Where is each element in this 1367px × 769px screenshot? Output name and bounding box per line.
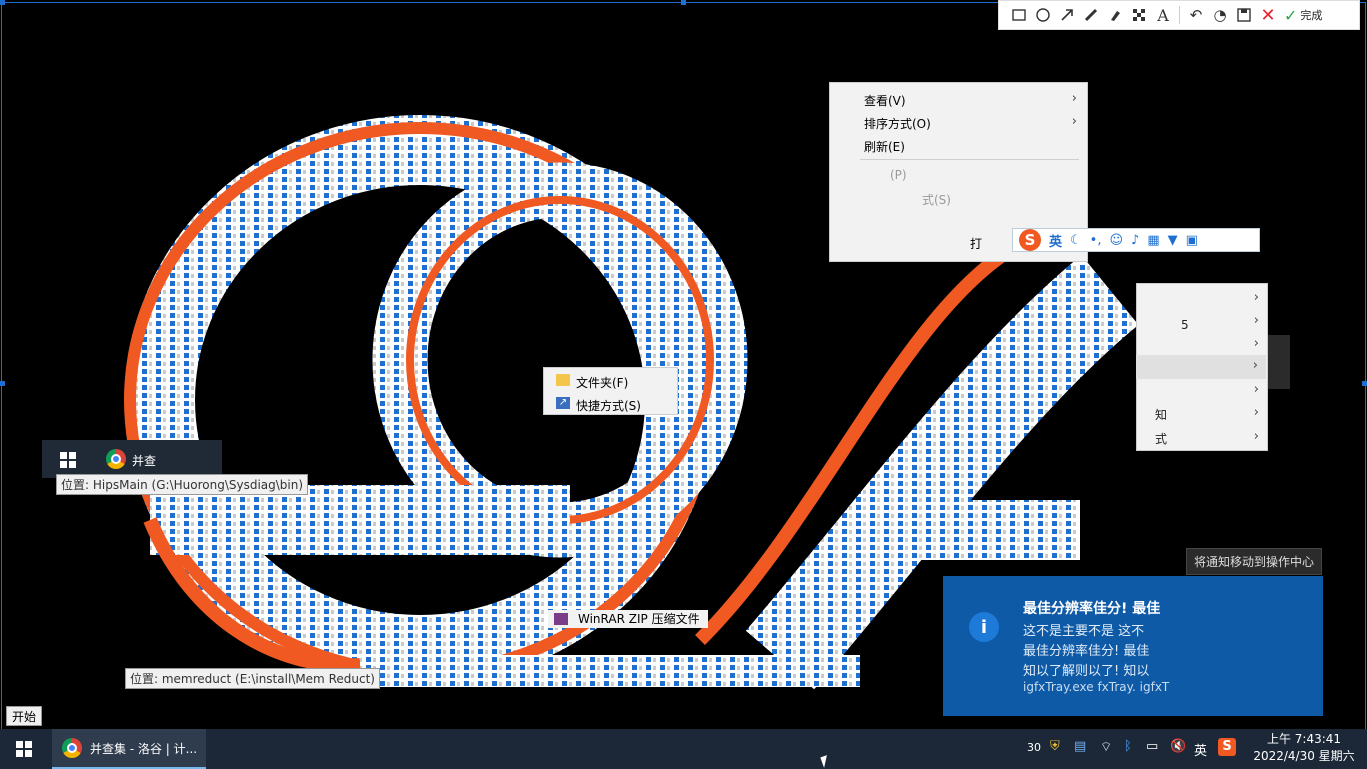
notification-line: 这不是主要不是 这不	[1023, 624, 1145, 639]
chrome-icon	[106, 449, 126, 469]
shield-icon[interactable]: ⛨	[1050, 739, 1060, 754]
notification-source: igfxTray.exe fxTray. igfxT	[1023, 680, 1170, 694]
new-item-menu: 文件夹(F) ↗ 快捷方式(S)	[543, 367, 678, 415]
submenu-item[interactable]: 5	[1181, 318, 1189, 332]
taskbar-app-label: 并查集 - 洛谷 | 计...	[90, 741, 198, 756]
tooltip-memreduct: 位置: memreduct (E:\install\Mem Reduct)	[125, 668, 380, 689]
info-icon: i	[969, 612, 999, 642]
chevron-right-icon: ›	[1253, 382, 1259, 397]
text-icon[interactable]: A	[1151, 3, 1175, 27]
pen-icon[interactable]	[1079, 3, 1103, 27]
menu-item-paste-shortcut[interactable]: 式(S)	[922, 191, 951, 208]
menu-item-refresh[interactable]: 刷新(E)	[864, 138, 905, 155]
cancel-icon[interactable]: ✕	[1256, 3, 1280, 27]
arrow-icon[interactable]	[1055, 3, 1079, 27]
sogou-logo-icon[interactable]: S	[1019, 229, 1041, 251]
ghost-app-label: 并查	[132, 454, 157, 468]
menu-item-sort[interactable]: 排序方式(O)	[864, 115, 931, 132]
clock-date: 2022/4/30 星期六	[1253, 749, 1355, 763]
notification-title: 最佳分辨率佳分! 最佳	[1023, 601, 1161, 617]
move-to-action-center-hint[interactable]: 将通知移动到操作中心	[1186, 548, 1322, 575]
check-icon: ✓	[1284, 5, 1298, 25]
chevron-right-icon: ›	[1253, 405, 1259, 420]
done-label: 完成	[1300, 9, 1323, 22]
start-button[interactable]	[0, 729, 48, 769]
microphone-icon[interactable]: ♪	[1131, 233, 1139, 248]
submenu-item[interactable]: 式	[1155, 430, 1167, 447]
resize-handle[interactable]	[1362, 381, 1367, 386]
marker-icon[interactable]	[1103, 3, 1127, 27]
wifi-icon[interactable]: ⌔	[1100, 739, 1112, 755]
volume-muted-icon[interactable]: 🔇	[1170, 739, 1186, 754]
menu-item-paste[interactable]: (P)	[890, 168, 907, 182]
text-tool-label: A	[1157, 5, 1169, 25]
chrome-icon	[62, 738, 82, 758]
bluetooth-icon[interactable]: ᛒ	[1124, 739, 1132, 754]
windows-logo-icon	[16, 741, 32, 757]
menu-item-new-folder[interactable]: 文件夹(F)	[576, 374, 628, 391]
chevron-right-icon: ›	[1253, 336, 1259, 351]
ghost-taskbar: 并查	[42, 440, 222, 478]
resize-handle[interactable]	[0, 0, 5, 5]
punctuation-icon[interactable]: •,	[1090, 233, 1102, 248]
windows-logo-icon	[60, 452, 76, 468]
resize-handle[interactable]	[0, 381, 5, 386]
folder-icon	[556, 374, 570, 386]
chevron-right-icon: ›	[1071, 114, 1077, 129]
system-clock[interactable]: 上午 7:43:41 2022/4/30 星期六	[1248, 731, 1360, 765]
menu-divider	[860, 159, 1079, 160]
tooltip-hipsmain: 位置: HipsMain (G:\Huorong\Sysdiag\bin)	[56, 474, 309, 495]
menu-item-new-winrar-zip[interactable]: WinRAR ZIP 压缩文件	[548, 610, 708, 628]
rectangle-icon[interactable]	[1007, 3, 1031, 27]
ime-toolbar: S 英 ☾ •, ☺ ♪ ▦ ▼ ▣	[1012, 228, 1260, 252]
winrar-label: WinRAR ZIP 压缩文件	[578, 612, 700, 626]
start-tooltip: 开始	[6, 706, 42, 726]
toolbox-icon[interactable]: ▣	[1186, 233, 1198, 248]
notification-line: 知以了解则以了! 知以	[1023, 664, 1150, 679]
menu-item-new-shortcut[interactable]: 快捷方式(S)	[576, 397, 641, 414]
sogou-tray-icon[interactable]: S	[1218, 738, 1236, 756]
toolbar-divider	[1179, 6, 1180, 24]
moon-icon[interactable]: ☾	[1070, 233, 1082, 248]
skin-icon[interactable]: ▼	[1168, 233, 1178, 248]
battery-icon[interactable]: ▭	[1146, 739, 1158, 754]
shadow-strip	[1268, 335, 1290, 389]
keyboard-icon[interactable]: ▦	[1147, 233, 1159, 248]
toast-notification[interactable]: i 最佳分辨率佳分! 最佳 这不是主要不是 这不 最佳分辨率佳分! 最佳 知以了…	[943, 576, 1323, 716]
notification-line: 最佳分辨率佳分! 最佳	[1023, 644, 1150, 659]
chevron-right-icon: ›	[1253, 290, 1259, 305]
taskbar-app-chrome[interactable]: 并查集 - 洛谷 | 计...	[52, 729, 206, 769]
screenshot-toolbar: A ↶ ◔ ✕ ✓ 完成	[998, 0, 1360, 30]
done-button[interactable]: ✓ 完成	[1284, 6, 1322, 25]
chevron-right-icon: ›	[1252, 358, 1258, 373]
undo-icon[interactable]: ↶	[1184, 3, 1208, 27]
clock-time: 上午 7:43:41	[1266, 732, 1342, 746]
submenu-highlight[interactable]: ›	[1136, 355, 1266, 379]
menu-item-open[interactable]: 打	[970, 235, 982, 252]
ime-indicator[interactable]: 英	[1194, 740, 1207, 759]
shortcut-icon: ↗	[556, 397, 570, 409]
mosaic-icon[interactable]	[1127, 3, 1151, 27]
chevron-right-icon: ›	[1253, 313, 1259, 328]
tray-count[interactable]: 30	[1027, 741, 1041, 754]
ime-mode-label[interactable]: 英	[1049, 231, 1062, 250]
taskbar: 并查集 - 洛谷 | 计... 30 ⛨ ▤ ⌔ ᛒ ▭ 🔇 英 S 上午 7:…	[0, 729, 1367, 769]
menu-item-view[interactable]: 查看(V)	[864, 92, 906, 109]
submenu-item[interactable]: 知	[1155, 406, 1167, 423]
ellipse-icon[interactable]	[1031, 3, 1055, 27]
palette-icon[interactable]: ◔	[1208, 3, 1232, 27]
chevron-right-icon: ›	[1253, 429, 1259, 444]
resize-handle[interactable]	[681, 0, 686, 5]
save-icon[interactable]	[1232, 3, 1256, 27]
winrar-icon	[554, 613, 568, 625]
network-app-icon[interactable]: ▤	[1074, 739, 1086, 754]
chevron-right-icon: ›	[1071, 91, 1077, 106]
emoji-icon[interactable]: ☺	[1109, 233, 1123, 248]
